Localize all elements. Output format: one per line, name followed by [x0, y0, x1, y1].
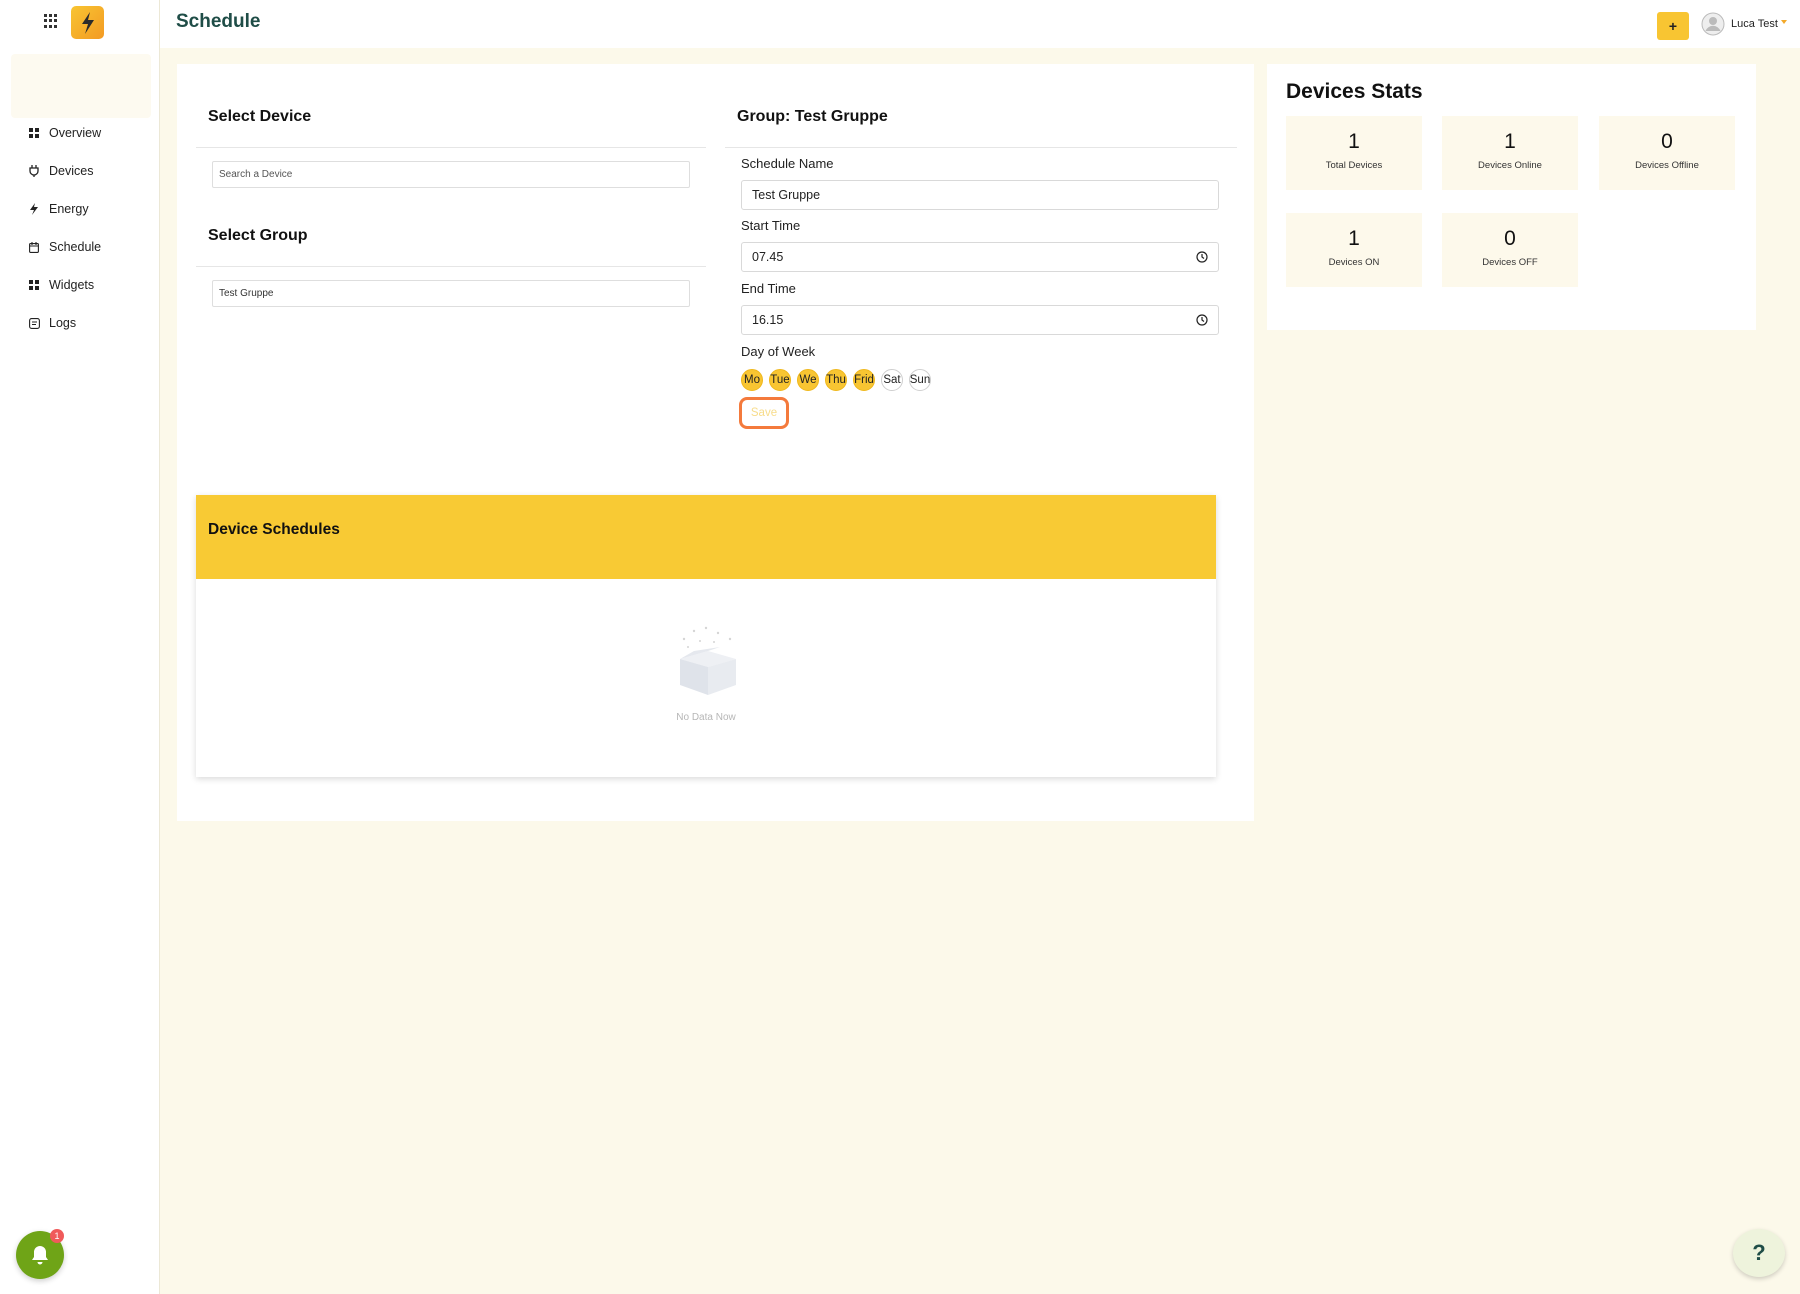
- sidebar-item-label: Energy: [49, 202, 89, 216]
- sidebar-item-devices[interactable]: Devices: [0, 152, 160, 190]
- bolt-icon: [28, 203, 40, 215]
- stat-value: 1: [1348, 227, 1360, 250]
- bell-icon: [32, 1246, 48, 1265]
- calendar-icon: [28, 241, 40, 253]
- sidebar-item-logs[interactable]: Logs: [0, 304, 160, 342]
- stat-value: 0: [1504, 227, 1516, 250]
- sidebar-item-label: Widgets: [49, 278, 95, 292]
- user-name[interactable]: Luca Test: [1731, 18, 1778, 30]
- apps-grid-icon[interactable]: [44, 14, 58, 28]
- device-schedules-card: Device Schedules No Data Now: [196, 495, 1216, 777]
- chevron-down-icon[interactable]: [1781, 20, 1787, 24]
- divider: [196, 147, 706, 148]
- stat-total-devices: 1 Total Devices: [1286, 116, 1422, 190]
- day-toggle-mo[interactable]: Mo: [741, 369, 763, 391]
- app-logo[interactable]: [71, 6, 104, 39]
- device-schedules-header: Device Schedules: [196, 495, 1216, 579]
- stat-value: 1: [1504, 130, 1516, 153]
- day-toggle-sun[interactable]: Sun: [909, 369, 931, 391]
- start-time-label: Start Time: [741, 218, 801, 233]
- stat-value: 1: [1348, 130, 1360, 153]
- divider: [725, 147, 1237, 148]
- stat-devices-off: 0 Devices OFF: [1442, 213, 1578, 287]
- sidebar-item-schedule[interactable]: Schedule: [0, 228, 160, 266]
- devices-stats-card: Devices Stats 1 Total Devices 1 Devices …: [1267, 64, 1756, 330]
- end-time-input[interactable]: 16.15: [741, 305, 1219, 335]
- sidebar-item-label: Schedule: [49, 240, 102, 254]
- select-group-title: Select Group: [208, 227, 308, 244]
- day-of-week-label: Day of Week: [741, 344, 816, 359]
- schedule-panel: Select Device Select Group Test Gruppe G…: [177, 64, 1254, 821]
- select-device-title: Select Device: [208, 108, 312, 125]
- sidebar-item-label: Overview: [49, 126, 102, 140]
- grid-icon: [28, 279, 40, 291]
- group-select[interactable]: Test Gruppe: [212, 280, 690, 307]
- group-form-title: Group: Test Gruppe: [737, 108, 888, 125]
- empty-box-icon: [680, 626, 736, 695]
- end-time-value: 16.15: [752, 313, 784, 327]
- stat-label: Devices Offline: [1635, 160, 1699, 171]
- day-toggle-tue[interactable]: Tue: [769, 369, 791, 391]
- day-of-week-picker: Mo Tue We Thu Frid Sat Sun: [741, 369, 931, 391]
- save-button[interactable]: Save: [739, 397, 789, 429]
- user-avatar-icon[interactable]: [1701, 12, 1725, 36]
- schedule-name-label: Schedule Name: [741, 156, 834, 171]
- sidebar-item-widgets[interactable]: Widgets: [0, 266, 160, 304]
- divider: [196, 266, 706, 267]
- device-search-input[interactable]: [212, 161, 690, 188]
- devices-stats-title: Devices Stats: [1286, 80, 1423, 103]
- sidebar-item-energy[interactable]: Energy: [0, 190, 160, 228]
- schedule-name-input[interactable]: Test Gruppe: [741, 180, 1219, 210]
- clock-icon[interactable]: [1196, 251, 1208, 263]
- sidebar-item-label: Logs: [49, 316, 77, 330]
- stat-devices-online: 1 Devices Online: [1442, 116, 1578, 190]
- sidebar-item-overview[interactable]: Overview: [0, 114, 160, 152]
- start-time-input[interactable]: 07.45: [741, 242, 1219, 272]
- schedule-name-value: Test Gruppe: [752, 188, 821, 202]
- page-title: Schedule: [176, 11, 261, 32]
- empty-state-text: No Data Now: [676, 712, 736, 723]
- clock-icon[interactable]: [1196, 314, 1208, 326]
- day-toggle-we[interactable]: We: [797, 369, 819, 391]
- start-time-value: 07.45: [752, 250, 784, 264]
- sidebar-nav: Overview Devices Energy Schedule Widgets: [0, 114, 160, 342]
- day-toggle-frid[interactable]: Frid: [853, 369, 875, 391]
- log-icon: [28, 317, 40, 329]
- stat-value: 0: [1661, 130, 1673, 153]
- brand-placeholder: [11, 54, 151, 118]
- stat-label: Devices ON: [1328, 257, 1380, 268]
- sidebar: Overview Devices Energy Schedule Widgets: [0, 0, 160, 1294]
- add-button[interactable]: +: [1657, 12, 1689, 40]
- grid-icon: [28, 127, 40, 139]
- stat-label: Devices OFF: [1482, 257, 1538, 268]
- top-header: Schedule + Luca Test: [160, 0, 1800, 48]
- sidebar-item-label: Devices: [49, 164, 94, 178]
- stat-devices-on: 1 Devices ON: [1286, 213, 1422, 287]
- stat-label: Devices Online: [1478, 160, 1542, 171]
- notification-badge: 1: [50, 1229, 64, 1243]
- end-time-label: End Time: [741, 281, 796, 296]
- device-schedules-title: Device Schedules: [208, 521, 340, 538]
- day-toggle-thu[interactable]: Thu: [825, 369, 847, 391]
- stat-devices-offline: 0 Devices Offline: [1599, 116, 1735, 190]
- stat-label: Total Devices: [1325, 160, 1383, 171]
- day-toggle-sat[interactable]: Sat: [881, 369, 903, 391]
- plug-icon: [28, 165, 40, 177]
- lightning-icon: [81, 11, 94, 34]
- help-button[interactable]: ?: [1733, 1229, 1785, 1277]
